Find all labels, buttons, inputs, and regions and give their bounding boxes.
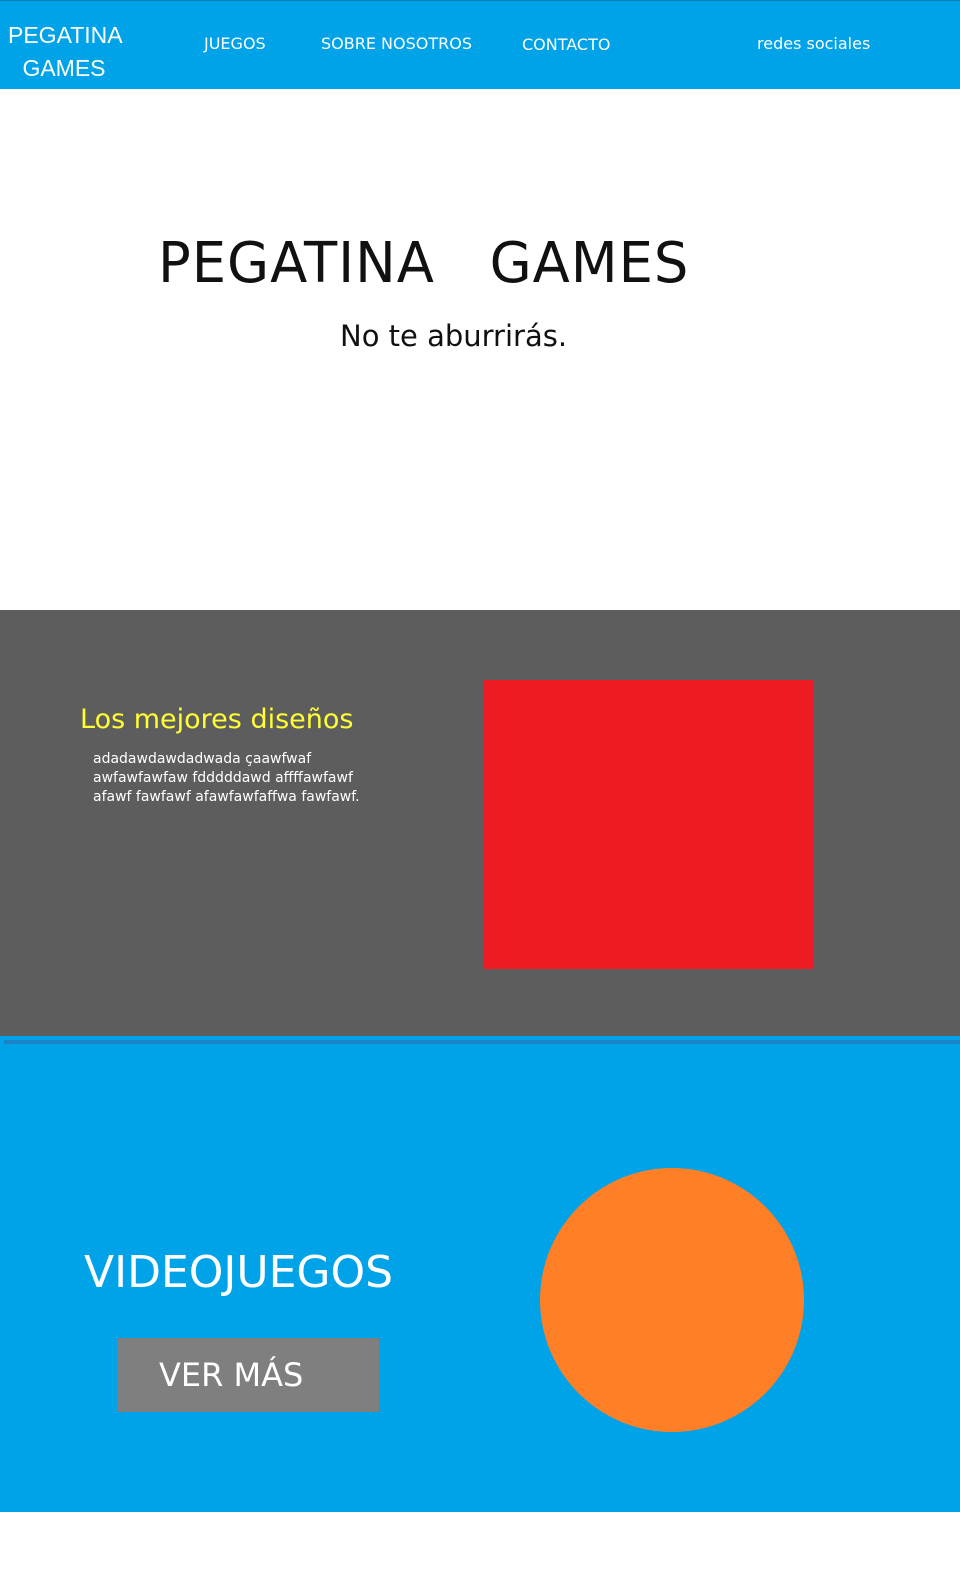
nav-link-sobre-nosotros[interactable]: SOBRE NOSOTROS	[321, 33, 472, 55]
logo[interactable]: PEGATINA GAMES	[8, 19, 123, 85]
ver-mas-button[interactable]: VER MÁS	[117, 1338, 379, 1412]
features-heading: Los mejores diseños	[80, 704, 354, 735]
nav-link-juegos[interactable]: JUEGOS	[204, 33, 266, 55]
games-title: VIDEOJUEGOS	[84, 1247, 394, 1298]
hero-title: PEGATINA GAMES	[158, 231, 690, 296]
ver-mas-label: VER MÁS	[159, 1356, 304, 1394]
features-body: adadawdawdadwada çaawfwaf awfawfawfaw fd…	[93, 751, 360, 805]
features-section	[0, 610, 960, 1036]
scribble-drawing	[484, 680, 814, 969]
nav-link-contacto[interactable]: CONTACTO	[522, 34, 610, 56]
orange-circle-image	[540, 1168, 804, 1432]
scribble-artwork	[484, 680, 814, 969]
nav-link-redes-sociales[interactable]: redes sociales	[757, 33, 870, 55]
navbar: PEGATINA GAMES JUEGOS SOBRE NOSOTROS CON…	[0, 0, 960, 89]
hero-subtitle: No te aburrirás.	[340, 319, 568, 353]
divider-line	[4, 1040, 960, 1044]
